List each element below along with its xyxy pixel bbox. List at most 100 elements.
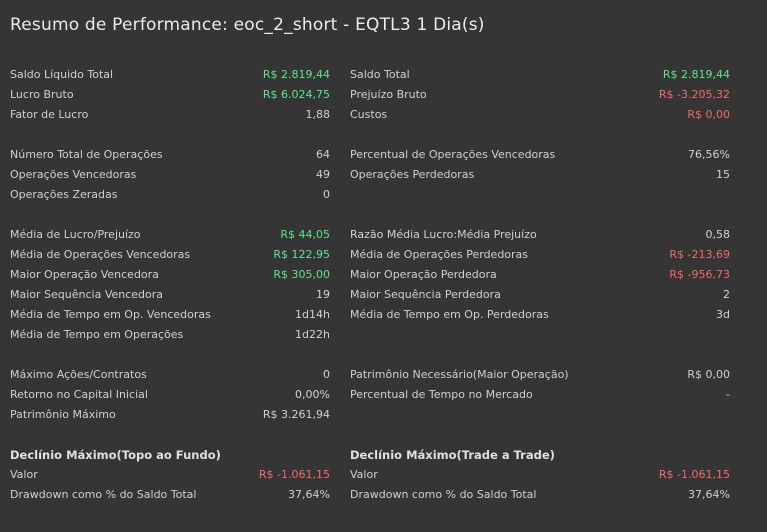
section-heading-text: Declínio Máximo(Topo ao Fundo)	[10, 448, 221, 462]
metric-label: Valor	[10, 468, 38, 481]
metric-label: Patrimônio Máximo	[10, 408, 116, 421]
metric-value: 2	[723, 288, 730, 301]
spacer-row	[350, 205, 730, 225]
spacer-row	[350, 425, 730, 445]
metric-label: Maior Sequência Perdedora	[350, 288, 501, 301]
metric-value: 0	[323, 188, 330, 201]
metric-label: Número Total de Operações	[10, 148, 163, 161]
spacer-row	[10, 425, 330, 445]
metric-value: 37,64%	[688, 488, 730, 501]
metric-label: Patrimônio Necessário(Maior Operação)	[350, 368, 569, 381]
metric-row: Razão Média Lucro:Média Prejuízo 0,58	[350, 225, 730, 245]
metric-row: Saldo Líquido Total R$ 2.819,44	[10, 65, 330, 85]
spacer-row	[350, 325, 730, 345]
metric-row: Patrimônio Máximo R$ 3.261,94	[10, 405, 330, 425]
spacer-row	[350, 405, 730, 425]
metric-value: 64	[316, 148, 330, 161]
metric-label: Lucro Bruto	[10, 88, 74, 101]
metric-label: Máximo Ações/Contratos	[10, 368, 147, 381]
metric-label: Saldo Líquido Total	[10, 68, 114, 81]
metric-row: Média de Lucro/Prejuízo R$ 44,05	[10, 225, 330, 245]
metric-row: Valor R$ -1.061,15	[350, 465, 730, 485]
metric-row: Drawdown como % do Saldo Total 37,64%	[350, 485, 730, 505]
metric-row: Operações Perdedoras 15	[350, 165, 730, 185]
spacer-row	[350, 185, 730, 205]
metric-label: Valor	[350, 468, 378, 481]
metric-value: -	[726, 388, 730, 401]
metric-label: Operações Vencedoras	[10, 168, 137, 181]
metric-value: R$ 122,95	[273, 248, 330, 261]
metric-label: Percentual de Operações Vencedoras	[350, 148, 556, 161]
metric-value: 37,64%	[288, 488, 330, 501]
metric-value: R$ 2.819,44	[262, 68, 330, 81]
section-heading: Declínio Máximo(Trade a Trade)	[350, 445, 730, 465]
spacer-row	[350, 125, 730, 145]
metric-label: Custos	[350, 108, 388, 121]
metric-label: Maior Operação Perdedora	[350, 268, 497, 281]
metric-label: Média de Tempo em Op. Perdedoras	[350, 308, 549, 321]
metric-row: Operações Zeradas 0	[10, 185, 330, 205]
metric-value: 49	[316, 168, 330, 181]
metric-label: Maior Operação Vencedora	[10, 268, 159, 281]
metric-value: 1d22h	[295, 328, 330, 341]
metric-row: Média de Operações Vencedoras R$ 122,95	[10, 245, 330, 265]
right-metrics-column: Saldo Total R$ 2.819,44 Prejuízo Bruto R$ -…	[350, 65, 730, 505]
report-title: Resumo de Performance: eoc_2_short - EQT…	[10, 15, 485, 35]
metric-value: R$ 0,00	[687, 108, 730, 121]
metric-row: Média de Tempo em Op. Perdedoras 3d	[350, 305, 730, 325]
metric-row: Percentual de Operações Vencedoras 76,56%	[350, 145, 730, 165]
metric-row: Maior Operação Perdedora R$ -956,73	[350, 265, 730, 285]
metric-row: Valor R$ -1.061,15	[10, 465, 330, 485]
metric-row: Prejuízo Bruto R$ -3.205,32	[350, 85, 730, 105]
metric-value: 0,58	[705, 228, 731, 241]
metric-value: 0,00%	[295, 388, 330, 401]
metric-row: Lucro Bruto R$ 6.024,75	[10, 85, 330, 105]
metric-value: 0	[323, 368, 330, 381]
metric-value: R$ -213,69	[669, 248, 730, 261]
metric-value: R$ 6.024,75	[262, 88, 330, 101]
metric-label: Média de Operações Perdedoras	[350, 248, 529, 261]
metric-row: Média de Tempo em Op. Vencedoras 1d14h	[10, 305, 330, 325]
metric-row: Máximo Ações/Contratos 0	[10, 365, 330, 385]
metric-value: R$ -1.061,15	[258, 468, 330, 481]
metric-value: 76,56%	[688, 148, 730, 161]
metric-value: 15	[716, 168, 730, 181]
metric-label: Operações Zeradas	[10, 188, 118, 201]
metric-label: Retorno no Capital Inicial	[10, 388, 148, 401]
metric-label: Drawdown como % do Saldo Total	[10, 488, 197, 501]
metric-row: Fator de Lucro 1,88	[10, 105, 330, 125]
metric-row: Drawdown como % do Saldo Total 37,64%	[10, 485, 330, 505]
metric-label: Prejuízo Bruto	[350, 88, 427, 101]
metric-value: R$ 44,05	[280, 228, 330, 241]
metric-label: Percentual de Tempo no Mercado	[350, 388, 533, 401]
spacer-row	[10, 345, 330, 365]
metric-label: Operações Perdedoras	[350, 168, 475, 181]
metric-row: Maior Sequência Vencedora 19	[10, 285, 330, 305]
metric-row: Maior Operação Vencedora R$ 305,00	[10, 265, 330, 285]
metric-value: R$ -3.205,32	[658, 88, 730, 101]
metric-row: Custos R$ 0,00	[350, 105, 730, 125]
metric-row: Operações Vencedoras 49	[10, 165, 330, 185]
spacer-row	[350, 345, 730, 365]
metric-value: R$ 305,00	[273, 268, 330, 281]
metric-value: 1,88	[305, 108, 331, 121]
metric-label: Média de Tempo em Operações	[10, 328, 184, 341]
metric-row: Maior Sequência Perdedora 2	[350, 285, 730, 305]
metric-value: R$ -956,73	[669, 268, 730, 281]
metric-label: Drawdown como % do Saldo Total	[350, 488, 537, 501]
metric-row: Saldo Total R$ 2.819,44	[350, 65, 730, 85]
metric-row: Número Total de Operações 64	[10, 145, 330, 165]
metric-label: Média de Tempo em Op. Vencedoras	[10, 308, 211, 321]
metric-label: Maior Sequência Vencedora	[10, 288, 164, 301]
left-metrics-column: Saldo Líquido Total R$ 2.819,44 Lucro Brut…	[10, 65, 330, 505]
metric-row: Patrimônio Necessário(Maior Operação) R$ …	[350, 365, 730, 385]
metric-label: Saldo Total	[350, 68, 410, 81]
metric-value: 3d	[716, 308, 730, 321]
spacer-row	[10, 205, 330, 225]
metric-row: Percentual de Tempo no Mercado -	[350, 385, 730, 405]
metric-row: Retorno no Capital Inicial 0,00%	[10, 385, 330, 405]
spacer-row	[10, 125, 330, 145]
section-heading-text: Declínio Máximo(Trade a Trade)	[350, 448, 555, 462]
metric-row: Média de Tempo em Operações 1d22h	[10, 325, 330, 345]
metric-label: Média de Operações Vencedoras	[10, 248, 191, 261]
